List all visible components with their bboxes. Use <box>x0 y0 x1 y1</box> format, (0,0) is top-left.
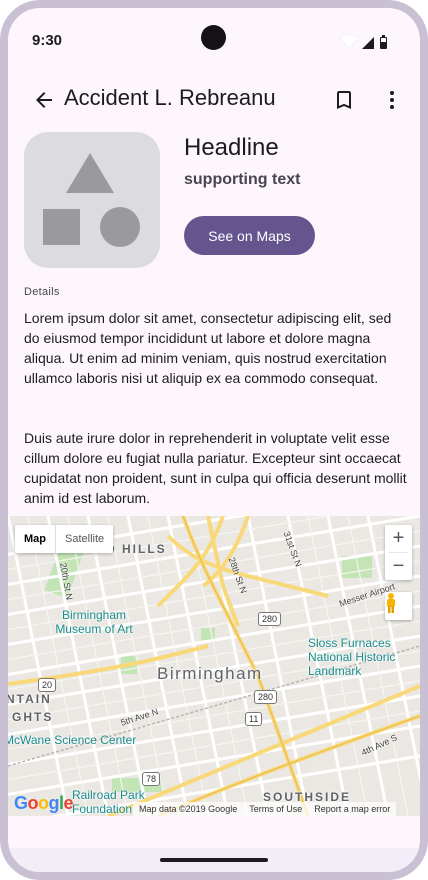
map-label-city: Birmingham <box>157 664 263 683</box>
system-icons <box>339 34 387 49</box>
status-bar: 9:30 <box>8 8 420 64</box>
map-type-map-button[interactable]: Map <box>15 525 56 553</box>
shapes-placeholder-icon <box>43 153 140 247</box>
pegman-icon <box>387 593 395 613</box>
highway-shield-20: 20 <box>38 678 57 692</box>
more-vert-icon <box>390 91 394 109</box>
map-label-ghts: GHTS <box>12 710 54 724</box>
details-paragraph-2: Duis aute irure dolor in reprehenderit i… <box>24 430 407 506</box>
camera-cutout <box>201 25 226 50</box>
map-type-toggle: Map Satellite <box>15 525 114 553</box>
device-frame: 9:30 Accident L. Rebreanu Headline suppo… <box>0 0 428 880</box>
details-paragraph-1: Lorem ipsum dolor sit amet, consectetur … <box>24 310 392 386</box>
map-label-ntain: NTAIN <box>8 692 52 706</box>
bookmark-icon <box>337 91 351 109</box>
signal-icon <box>362 37 374 49</box>
zoom-in-button[interactable]: + <box>385 525 412 552</box>
bookmark-button[interactable] <box>320 76 368 124</box>
map-poi-science-center: McWane Science Center <box>8 733 137 747</box>
top-app-bar: Accident L. Rebreanu <box>8 68 420 132</box>
report-map-error-link[interactable]: Report a map error <box>308 804 396 814</box>
highway-shield-280-south: 280 <box>254 690 278 704</box>
map-poi-sloss: Sloss Furnaces National Historic Landmar… <box>308 636 396 678</box>
status-time: 9:30 <box>32 32 63 49</box>
terms-of-use-link[interactable]: Terms of Use <box>243 804 308 814</box>
highway-shield-78: 78 <box>142 772 161 786</box>
map-view[interactable]: UID HILLS 20th St N 28th St N 31st St N … <box>8 516 420 816</box>
wifi-icon <box>339 34 359 49</box>
map-poi-museum-of-art: Birmingham Museum of Art <box>55 608 133 636</box>
zoom-out-button[interactable]: − <box>385 553 412 580</box>
supporting-text: supporting text <box>184 171 301 188</box>
google-logo: Google <box>14 793 74 813</box>
more-options-button[interactable] <box>368 76 416 124</box>
system-navigation-bar <box>8 848 420 872</box>
back-button[interactable] <box>20 76 68 124</box>
arrow-back-icon <box>36 92 52 108</box>
gesture-handle[interactable] <box>160 858 268 862</box>
highway-shield-280: 280 <box>258 612 282 626</box>
map-data-attribution: Map data ©2019 Google <box>139 804 238 814</box>
details-label: Details <box>24 286 60 298</box>
media-thumbnail <box>24 132 160 268</box>
screen: 9:30 Accident L. Rebreanu Headline suppo… <box>8 8 420 872</box>
map-type-satellite-button[interactable]: Satellite <box>56 525 113 553</box>
see-on-maps-button[interactable]: See on Maps <box>184 216 315 255</box>
highway-shield-11: 11 <box>245 712 263 726</box>
headline: Headline <box>184 134 279 161</box>
zoom-controls: + − <box>385 525 412 580</box>
map-footer: Map data ©2019 Google Terms of Use Repor… <box>133 802 397 816</box>
page-title: Accident L. Rebreanu <box>64 85 276 110</box>
street-view-button[interactable] <box>385 592 412 620</box>
